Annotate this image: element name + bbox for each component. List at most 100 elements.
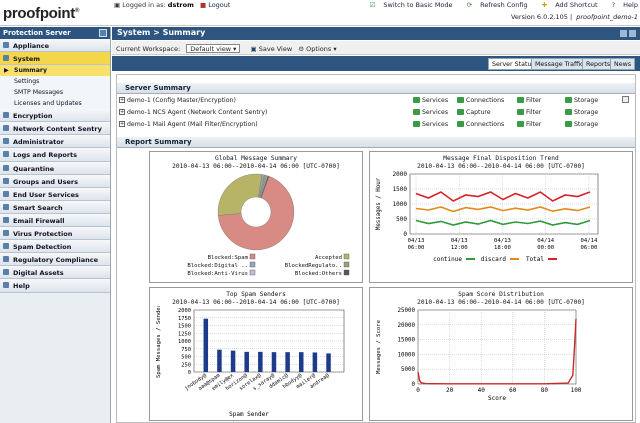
services-link[interactable]: Services [413,121,448,128]
sidebar-item-digital-assets[interactable]: Digital Assets [0,266,110,280]
x-tick-label: 00:00 [537,245,554,251]
legend-swatch [249,269,256,276]
server-row[interactable]: + demo-1 NCS Agent (Network Content Sentr… [119,109,267,120]
storage-icon [565,97,572,103]
sidebar-item-logs-reports[interactable]: Logs and Reports [0,148,110,162]
options-button[interactable]: ⚙ Options ▾ [298,45,336,53]
y-axis-label: Messages / Score [376,319,382,374]
y-tick-label: 0 [403,231,407,238]
connections-icon [457,121,464,127]
add-shortcut-link[interactable]: ✚ Add Shortcut [536,1,598,9]
tab-bar: Server Status Message Traffic Reports Ne… [112,56,640,71]
plot-area [417,309,577,385]
storage-icon [565,121,572,127]
legend-label: Blocked:Anti-Virus [187,271,248,277]
legend-label: BlockedRegulato.. [285,263,342,269]
workspace-select[interactable]: Default view ▾ [186,44,241,53]
legend-label: discard [481,256,507,263]
x-tick-label: 04/13 [408,238,425,244]
y-axis-label: Spam Messages / Sender [156,306,162,378]
connections-link[interactable]: Connections [457,97,504,104]
chart-title: Global Message Summary [215,155,297,162]
sidebar-item-quarantine[interactable]: Quarantine [0,161,110,175]
summary-arrow-icon: ▶ [4,67,9,75]
server-summary-collapse-icon[interactable] [622,96,629,103]
pie-chart: Blocked:Spam Accepted Blocked:Digital .. Bl… [187,173,350,277]
sidebar-item-groups-users[interactable]: Groups and Users [0,174,110,188]
sidebar-item-administrator[interactable]: Administrator [0,135,110,149]
switch-basic-mode-link[interactable]: ☑ Switch to Basic Mode [363,1,452,9]
sidebar-item-network-content-sentry[interactable]: Network Content Sentry [0,122,110,136]
score-chart: 0 5000 10000 15000 20000 25000 0 20 40 60 80 100 Mes… [376,308,582,402]
filter-link[interactable]: Filter [517,121,541,128]
storage-link[interactable]: Storage [565,109,598,116]
sidebar-item-virus-protection[interactable]: Virus Protection [0,227,110,241]
legend-label: Accepted [315,255,342,261]
filter-link[interactable]: Filter [517,109,541,116]
x-tick-label: 04/14 [537,238,554,244]
sidebar-toggle-icon[interactable] [99,29,107,37]
y-tick-label: 250 [181,362,191,368]
spam-icon [3,243,9,250]
storage-link[interactable]: Storage [565,97,598,104]
help-link[interactable]: ? Help [606,1,638,9]
y-tick-label: 15000 [398,338,416,344]
x-tick-label: 20 [446,387,454,394]
tab-news[interactable]: News [610,58,636,70]
y-tick-label: 5000 [401,367,415,373]
sidebar-subitem-smtp-messages[interactable]: SMTP Messages [0,87,110,99]
connections-icon [457,97,464,103]
search-icon [3,203,9,210]
x-tick-label: 04/13 [494,238,511,244]
sidebar-item-encryption[interactable]: Encryption [0,109,110,123]
sidebar-subitem-licenses[interactable]: Licenses and Updates [0,98,110,110]
server-row[interactable]: + demo-1 (Config Master/Encryption) [119,97,236,108]
system-icon [3,55,9,62]
refresh-config-link[interactable]: ⟳ Refresh Config [461,1,528,9]
legend-label: Blocked:Spam [208,255,249,261]
storage-link[interactable]: Storage [565,121,598,128]
filter-link[interactable]: Filter [517,97,541,104]
y-tick-label: 25000 [398,308,416,314]
sidebar-item-spam-detection[interactable]: Spam Detection [0,240,110,254]
storage-icon [565,109,572,115]
save-icon[interactable] [620,30,627,37]
save-view-button[interactable]: ▣ Save View [251,45,293,53]
sidebar-item-smart-search[interactable]: Smart Search [0,200,110,214]
sidebar-item-regulatory-compliance[interactable]: Regulatory Compliance [0,253,110,267]
global-message-summary-panel: Global Message Summary 2010-04-13 06:00-… [149,151,363,283]
connections-link[interactable]: Connections [457,121,504,128]
capture-link[interactable]: Capture [457,109,491,116]
encryption-icon [3,112,9,119]
x-tick-label: 04/13 [451,238,468,244]
tab-message-traffic[interactable]: Message Traffic [531,58,588,70]
chart-title: Message Final Disposition Trend [443,155,559,162]
x-tick-label: 06:00 [581,245,598,251]
sidebar-item-end-user-services[interactable]: End User Services [0,187,110,201]
administrator-icon [3,138,9,145]
top-bar: proofpoint® ▣ Logged in as: dstrom ■ Log… [0,0,640,26]
y-tick-label: 1000 [393,201,408,208]
services-link[interactable]: Services [413,109,448,116]
sidebar-item-system[interactable]: System [0,52,110,66]
report-summary-header: Report Summary [117,137,635,148]
print-icon[interactable] [629,30,636,37]
legend-swatch [343,261,350,268]
sidebar-item-appliance[interactable]: Appliance [0,39,110,53]
y-tick-label: 750 [181,347,191,353]
server-row[interactable]: + demo-1 Mail Agent (Mail Filter/Encrypti… [119,121,258,132]
services-link[interactable]: Services [413,97,448,104]
legend-label: Blocked:Digital .. [187,263,248,269]
sidebar-subitem-summary[interactable]: ▶ Summary [0,65,110,77]
breadcrumb: System > Summary [112,27,640,40]
workspace-bar: Current Workspace: Default view ▾ ▣ Save… [112,41,640,55]
y-tick-label: 1500 [393,186,408,193]
x-axis-label: Spam Sender [229,411,269,418]
login-info: ▣ Logged in as: dstrom ■ Logout [114,1,231,9]
sidebar-item-email-firewall[interactable]: Email Firewall [0,213,110,228]
logout-link[interactable]: Logout [208,1,230,9]
sidebar-item-help[interactable]: Help [0,279,110,293]
sidebar-subitem-settings[interactable]: Settings [0,76,110,88]
legend-label: continue [433,256,462,263]
help-icon [3,282,9,289]
